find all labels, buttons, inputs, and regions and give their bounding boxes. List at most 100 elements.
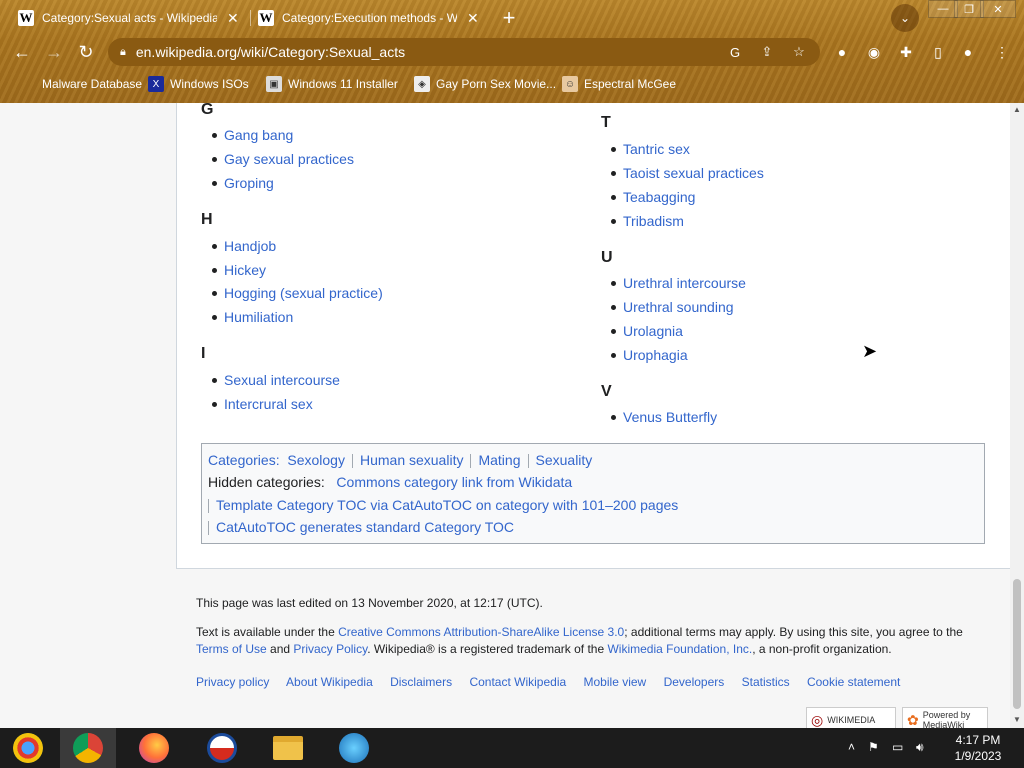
profile-icon[interactable]: ● [958,42,978,62]
category-link[interactable]: Hickey [224,262,266,278]
close-tab-icon[interactable]: ✕ [227,10,239,27]
share-icon[interactable]: ⇪ [756,44,778,60]
bookmark-gay-porn-sex-movie[interactable]: ◈ Gay Porn Sex Movie... [414,74,556,94]
extensions-puzzle-icon[interactable]: ✚ [896,42,916,62]
letter-heading: U [601,249,613,266]
hidden-categories-row: Hidden categories: Commons category link… [208,474,572,490]
category-human-sexuality[interactable]: Human sexuality [360,452,464,468]
bookmark-malware-database[interactable]: Malware Database [20,74,142,94]
reload-icon[interactable]: ↻ [74,40,98,64]
page-scrollbar[interactable]: ▲ ▼ [1010,103,1024,728]
hidden-category-link[interactable]: Commons category link from Wikidata [336,474,572,490]
mouse-cursor-icon: ➤ [862,341,878,361]
category-link[interactable]: Tantric sex [623,141,690,157]
extension-flag-icon[interactable]: ● [832,42,852,62]
wikimedia-foundation-link[interactable]: Wikimedia Foundation, Inc. [607,642,752,656]
hidden-category-link[interactable]: Template Category TOC via CatAutoTOC on … [216,497,678,513]
forward-arrow-icon[interactable]: → [42,40,66,64]
lock-icon[interactable]: 🔒︎ [120,46,126,59]
bookmark-star-icon[interactable]: ☆ [788,44,810,60]
category-link[interactable]: Urophagia [623,347,688,363]
category-link[interactable]: Tribadism [623,213,684,229]
file-explorer-taskbar-icon[interactable] [260,728,316,768]
license-text: . Wikipedia® is a registered trademark o… [367,642,608,656]
extension-avatar-icon[interactable]: ◉ [864,42,884,62]
bookmark-windows-isos[interactable]: X Windows ISOs [148,74,249,94]
category-content: G Gang bang Gay sexual practices Groping… [176,103,1010,569]
google-icon[interactable]: G [724,45,746,60]
close-tab-icon[interactable]: ✕ [467,10,479,27]
category-link[interactable]: Intercrural sex [224,396,313,412]
clock-time: 4:17 PM [955,733,1001,747]
wikimedia-badge[interactable]: ◎ WIKIMEDIA [806,707,896,728]
footer-statistics[interactable]: Statistics [742,675,790,689]
campaign-logo-taskbar-icon[interactable] [194,728,250,768]
network-icon[interactable]: ▭ [892,740,903,754]
category-link[interactable]: Humiliation [224,309,293,325]
show-hidden-icons-icon[interactable]: ˄ [848,740,855,754]
tab-execution-methods[interactable]: W Category:Execution methods - Wi ✕ [258,4,483,32]
license-line-2: Terms of Use and Privacy Policy. Wikiped… [196,642,892,656]
category-link[interactable]: Urethral sounding [623,299,734,315]
start-button[interactable] [0,728,56,768]
menu-kebab-icon[interactable]: ⋮ [992,42,1012,62]
letter-heading: I [201,345,206,362]
close-window-button[interactable]: ✕ [980,0,1016,18]
clock-date: 1/9/2023 [954,749,1002,763]
category-link[interactable]: Urolagnia [623,323,683,339]
category-link[interactable]: Urethral intercourse [623,275,746,291]
volume-icon[interactable]: 🔊︎ [916,740,924,755]
tab-search-chevron-icon[interactable]: ⌄ [891,4,919,32]
category-link[interactable]: Hogging (sexual practice) [224,285,383,301]
privacy-policy-link[interactable]: Privacy Policy [293,642,367,656]
x-logo-icon: X [148,76,164,92]
firefox-taskbar-icon[interactable] [126,728,182,768]
scroll-down-icon[interactable]: ▼ [1013,715,1021,724]
categories-row: Categories: Sexology Human sexuality Matin… [208,452,593,469]
side-panel-icon[interactable]: ▯ [928,42,948,62]
category-link[interactable]: Sexual intercourse [224,372,340,388]
network-app-taskbar-icon[interactable] [326,728,382,768]
category-link[interactable]: Gay sexual practices [224,151,354,167]
footer-privacy-policy[interactable]: Privacy policy [196,675,269,689]
category-sexology[interactable]: Sexology [287,452,345,468]
wikimedia-logo-icon: ◎ [811,711,824,728]
terms-of-use-link[interactable]: Terms of Use [196,642,267,656]
bookmark-windows-11-installer[interactable]: ▣ Windows 11 Installer [266,74,398,94]
action-center-flag-icon[interactable]: ⚑ [868,740,879,754]
address-bar[interactable]: 🔒︎ en.wikipedia.org/wiki/Category:Sexual… [108,38,820,66]
footer-disclaimers[interactable]: Disclaimers [390,675,452,689]
license-link[interactable]: Creative Commons Attribution-ShareAlike … [338,625,624,639]
new-tab-button[interactable]: + [497,5,521,30]
scrollbar-thumb[interactable] [1013,579,1021,709]
site-icon: ◈ [414,76,430,92]
scroll-up-icon[interactable]: ▲ [1013,105,1021,114]
system-clock[interactable]: 4:17 PM 1/9/2023 [946,732,1010,764]
taskbar: ˄ ⚑ ▭ 🔊︎ 4:17 PM 1/9/2023 [0,728,1024,768]
footer-developers[interactable]: Developers [664,675,725,689]
footer-mobile-view[interactable]: Mobile view [584,675,647,689]
tab-sexual-acts[interactable]: W Category:Sexual acts - Wikipedia ✕ [18,4,243,32]
category-link[interactable]: Taoist sexual practices [623,165,764,181]
footer-about-wikipedia[interactable]: About Wikipedia [286,675,373,689]
category-mating[interactable]: Mating [478,452,520,468]
license-line-1: Text is available under the Creative Com… [196,625,963,639]
category-link[interactable]: Venus Butterfly [623,409,717,425]
category-link[interactable]: Teabagging [623,189,695,205]
last-edited: This page was last edited on 13 November… [196,596,543,610]
category-link[interactable]: Groping [224,175,274,191]
chrome-taskbar-icon[interactable] [60,728,116,768]
category-sexuality[interactable]: Sexuality [536,452,593,468]
categories-label-link[interactable]: Categories: [208,452,280,468]
hidden-categories-row: Template Category TOC via CatAutoTOC on … [208,497,678,514]
category-link[interactable]: Handjob [224,238,276,254]
footer-cookie-statement[interactable]: Cookie statement [807,675,900,689]
bookmark-espectral-mcgee[interactable]: ☺ Espectral McGee [562,74,676,94]
license-text: ; additional terms may apply. By using t… [624,625,963,639]
hidden-category-link[interactable]: CatAutoTOC generates standard Category T… [216,519,514,535]
letter-heading: V [601,383,612,400]
mediawiki-badge[interactable]: ✿ Powered by MediaWiki [902,707,988,728]
footer-contact-wikipedia[interactable]: Contact Wikipedia [469,675,566,689]
back-arrow-icon[interactable]: ← [10,40,34,64]
category-link[interactable]: Gang bang [224,127,293,143]
